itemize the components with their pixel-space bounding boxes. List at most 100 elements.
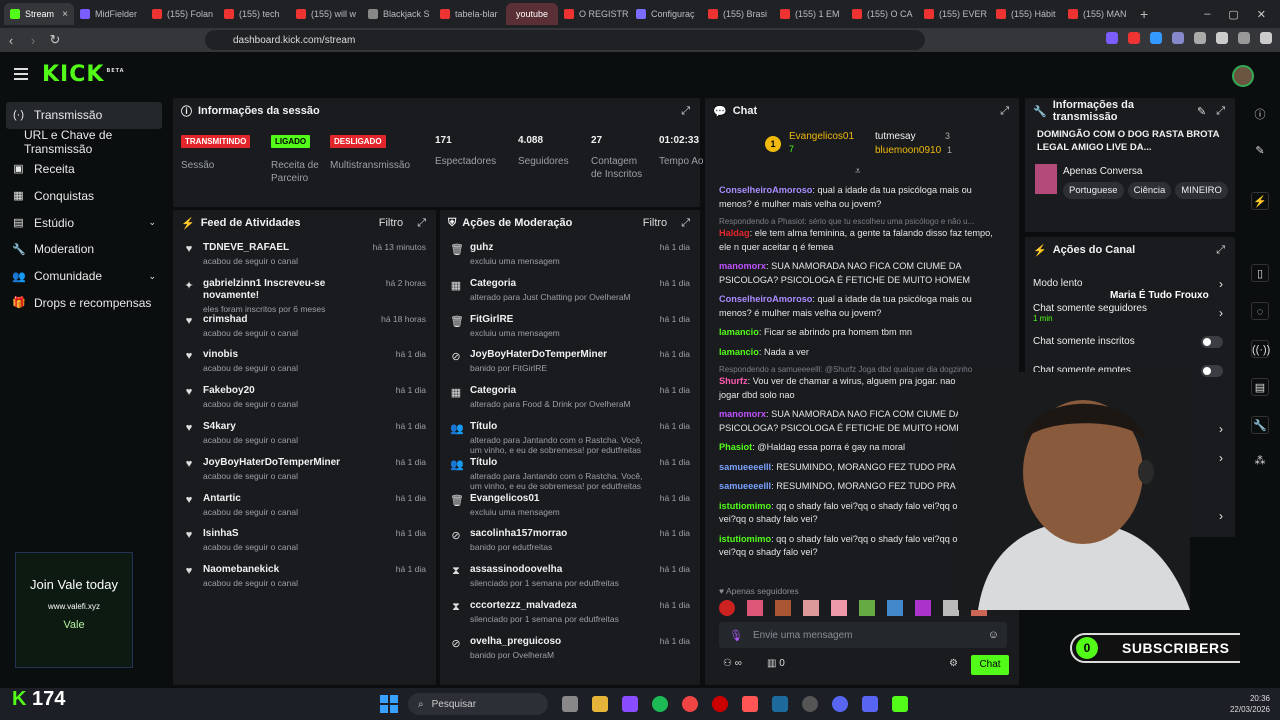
browser-tab[interactable]: (155) will w [290, 3, 362, 25]
chat-username[interactable]: samueeeelll [719, 481, 771, 491]
emote-icon[interactable] [831, 600, 847, 616]
emote-icon[interactable] [887, 600, 903, 616]
sidebar-item-broadcast[interactable]: (·) Transmissão [6, 102, 162, 129]
browser-tab[interactable]: O REGISTR [558, 3, 630, 25]
mic-icon[interactable]: 🎙 [729, 629, 743, 642]
list-item[interactable]: ✦ gabrielzinn1 Inscreveu-se novamente! ele… [173, 272, 436, 314]
list-item[interactable]: ♥ S4kary acabou de seguir o canal há 1 dia [173, 415, 436, 451]
filter-button[interactable]: Filtro [379, 217, 403, 230]
menu-icon[interactable] [14, 68, 28, 80]
sidebar-item-revenue[interactable]: ▣ Receita [0, 156, 168, 183]
browser-tab[interactable]: (155) tech [218, 3, 290, 25]
stream-tag[interactable]: Ciência [1127, 182, 1172, 199]
maximize-icon[interactable]: ▢ [1228, 8, 1238, 21]
list-item[interactable]: 🗑 FitGirlRE excluiu uma mensagem há 1 dia [440, 308, 700, 344]
emote-icon[interactable] [747, 600, 763, 616]
browser-tab[interactable]: (155) 1 EM [774, 3, 846, 25]
broadcast-icon[interactable]: ((·)) [1251, 340, 1270, 358]
filter-button[interactable]: Filtro [643, 217, 667, 230]
chevron-right-icon[interactable]: › [1219, 451, 1223, 465]
collapse-icon[interactable]: ⩡ [855, 166, 861, 177]
extension-icon[interactable] [1172, 32, 1184, 44]
list-item[interactable]: 🗑 Evangelicos01 excluiu uma mensagem há 1 d… [440, 487, 700, 523]
emote-icon[interactable] [859, 600, 875, 616]
extension-icon[interactable] [1150, 32, 1162, 44]
sidebar-item-community[interactable]: 👥 Comunidade ⌄ [0, 263, 168, 290]
community-icon[interactable]: ⁂ [1251, 452, 1269, 470]
wrench-icon[interactable]: 🔧 [1251, 416, 1269, 434]
browser-tab[interactable]: tabela-blar [434, 3, 506, 25]
browser-tab[interactable]: Stream × [4, 3, 74, 25]
emote-icon[interactable] [719, 600, 735, 616]
category-name[interactable]: Apenas Conversa [1063, 166, 1143, 177]
forward-icon[interactable]: › [22, 33, 44, 48]
settings-icon[interactable]: ⚙ [949, 658, 958, 669]
chat-username[interactable]: istutiomimo [719, 501, 771, 511]
extension-icon[interactable] [1238, 32, 1250, 44]
edit-icon[interactable]: ✎ [1251, 142, 1269, 160]
stream-tag[interactable]: MINEIRO [1175, 182, 1228, 199]
chevron-right-icon[interactable]: › [1219, 422, 1223, 436]
toggle-switch[interactable] [1201, 335, 1223, 348]
browser-tab[interactable]: (155) O CA [846, 3, 918, 25]
chevron-right-icon[interactable]: › [1219, 277, 1223, 291]
chat-icon[interactable]: ◌ [1251, 302, 1269, 320]
chat-username[interactable]: Haldag [719, 228, 750, 238]
list-item[interactable]: ♥ TDNEVE_RAFAEL acabou de seguir o canal há… [173, 236, 436, 272]
channel-action-row[interactable]: Chat somente inscritos [1025, 327, 1235, 356]
sidebar-item-drops[interactable]: 🎁 Drops e recompensas [0, 290, 168, 317]
list-item[interactable]: 👥 Título alterado para Jantando com o Rast… [440, 415, 700, 455]
chat-username[interactable]: manomorx [719, 409, 766, 419]
gifter-name[interactable]: tutmesay [875, 131, 916, 142]
list-item[interactable]: ▦ Categoria alterado para Food & Drink por… [440, 379, 700, 415]
minimize-icon[interactable]: – [1204, 8, 1210, 21]
emoji-icon[interactable]: ☺ [988, 629, 999, 641]
close-icon[interactable]: × [62, 9, 68, 20]
promo-banner[interactable]: Join Vale today www.valefi.xyz Vale [15, 552, 133, 668]
app-icon[interactable] [802, 696, 818, 712]
emote-icon[interactable] [943, 600, 959, 616]
sidebar-item-studio[interactable]: ▤ Estúdio ⌄ [0, 209, 168, 236]
list-item[interactable]: ♥ Antartic acabou de seguir o canal há 1 di… [173, 487, 436, 523]
list-item[interactable]: ⧗ cccortezzz_malvadeza silenciado por 1 se… [440, 594, 700, 630]
explorer-icon[interactable] [592, 696, 608, 712]
points-icon[interactable]: ⚇ ∞ [723, 658, 742, 669]
rewards-button[interactable]: ▥ 0 [767, 658, 785, 669]
browser-tab[interactable]: Configuraç [630, 3, 702, 25]
list-item[interactable]: ⊘ ovelha_preguicoso banido por OvelheraM há… [440, 630, 700, 666]
toggle-switch[interactable] [1201, 364, 1223, 377]
brave-icon[interactable] [742, 696, 758, 712]
list-item[interactable]: ♥ vinobis acabou de seguir o canal há 1 dia [173, 343, 436, 379]
extension-icon[interactable] [1128, 32, 1140, 44]
browser-tab[interactable]: (155) MAN [1062, 3, 1134, 25]
chat-username[interactable]: Phasiot [719, 442, 752, 452]
chat-username[interactable]: lamancio [719, 327, 759, 337]
expand-icon[interactable]: ⤢ [681, 105, 690, 118]
list-item[interactable]: ⊘ JoyBoyHaterDoTemperMiner banido por FitG… [440, 343, 700, 379]
browser-tab[interactable]: (155) EVER [918, 3, 990, 25]
extension-icon[interactable] [1216, 32, 1228, 44]
browser-tab[interactable]: (155) Folan [146, 3, 218, 25]
sidebar-item-moderation[interactable]: 🔧 Moderation [0, 236, 168, 263]
chat-username[interactable]: lamancio [719, 347, 759, 357]
bolt-icon[interactable]: ⚡ [1251, 192, 1269, 210]
chat-username[interactable]: manomorx [719, 261, 766, 271]
send-chat-button[interactable]: Chat [971, 655, 1009, 675]
app-icon[interactable] [622, 696, 638, 712]
sidebar-item-achievements[interactable]: ▦ Conquistas [0, 182, 168, 209]
back-icon[interactable]: ‹ [0, 33, 22, 48]
chat-username[interactable]: ConselheiroAmoroso [719, 185, 812, 195]
chrome-icon[interactable] [682, 696, 698, 712]
chat-username[interactable]: ConselheiroAmoroso [719, 294, 812, 304]
opera-icon[interactable] [712, 696, 728, 712]
info-icon[interactable]: ⓘ [1251, 106, 1269, 124]
list-item[interactable]: ♥ crimshad acabou de seguir o canal há 18 h… [173, 308, 436, 344]
steam-icon[interactable] [772, 696, 788, 712]
reload-icon[interactable]: ↻ [44, 32, 66, 48]
list-item[interactable]: ♥ IsinhaS acabou de seguir o canal há 1 dia [173, 522, 436, 558]
avatar[interactable] [1232, 65, 1254, 87]
emote-icon[interactable] [775, 600, 791, 616]
chat-username[interactable]: Shurfz [719, 376, 748, 386]
list-item[interactable]: ♥ Fakeboy20 acabou de seguir o canal há 1 d… [173, 379, 436, 415]
browser-tab[interactable]: MidFielder [74, 3, 146, 25]
